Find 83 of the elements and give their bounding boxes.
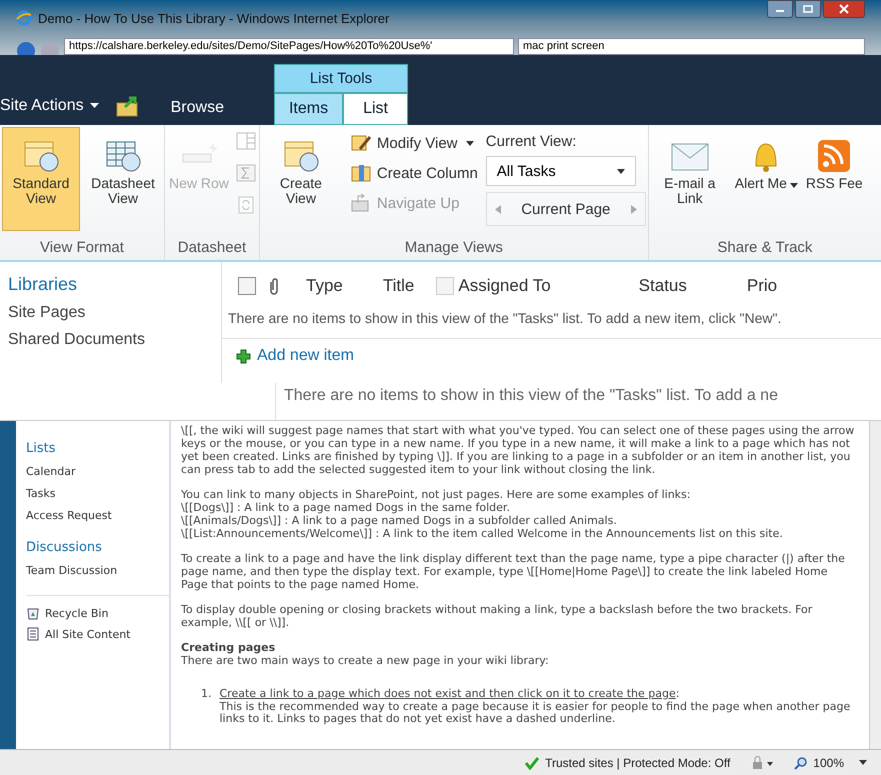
ribbon-button[interactable]: Create View — [262, 127, 340, 231]
body-text: This is the recommended way to create a page because it is easier for people to find the page when another page links to it. Links to pages that do not yet exist have a dashed underline. — [220, 700, 852, 726]
document-icon — [26, 627, 40, 641]
body-text: \[[Dogs\]] : A link to a page named Dogs in the same folder. — [181, 502, 511, 515]
caret-icon — [466, 140, 474, 146]
columns-icon — [350, 163, 372, 183]
maximize-button[interactable] — [795, 0, 821, 18]
ribbon-group-label: Share & Track — [716, 239, 814, 258]
ribbon-button[interactable]: Modify View — [348, 131, 480, 155]
column-checkbox[interactable] — [436, 277, 454, 295]
ribbon-tab[interactable]: Items — [274, 93, 344, 125]
contextual-tab-group-label: List Tools — [274, 64, 408, 93]
column-header[interactable]: Title — [382, 276, 414, 296]
address-field[interactable]: https://calshare.berkeley.edu/sites/Demo/SitePages/How%20To%20Use%' — [64, 38, 514, 55]
search-field[interactable]: mac print screen — [518, 38, 865, 55]
body-text: There are two main ways to create a new page in your wiki library: — [181, 654, 550, 668]
select-all-checkbox[interactable] — [238, 277, 256, 295]
ribbon-button[interactable]: Standard View — [2, 127, 80, 231]
quick-launch-heading[interactable]: Libraries — [8, 274, 213, 295]
body-text: \[[, the wiki will suggest page names that start with what you've typed. You can select one of these pages using the arrow keys or the mouse, or you can type in a new name. If you type in a new name, it will make a link to a page which has not yet been created. Links are finished by typing \]]. If you are linking to a page in a subfolder or an item in another list, you can press tab to add the selected suggested item to your link without closing the link. — [181, 425, 855, 477]
checkmark-icon — [524, 756, 540, 770]
back-icon[interactable] — [16, 41, 36, 55]
quick-launch-heading[interactable]: Lists — [26, 441, 169, 456]
quick-launch-link[interactable]: Calendar — [26, 465, 169, 478]
empty-list-message: There are no items to show in this view of the "Tasks" list. To add a ne — [283, 386, 779, 406]
list-number: 1. — [201, 688, 212, 702]
quick-launch-link[interactable]: Recycle Bin — [45, 606, 108, 620]
body-text: To display double opening or closing brackets without making a link, type a backslash before the two brackets. For example, \\[[ or \\]]. — [181, 604, 814, 630]
body-text: : — [676, 686, 680, 700]
ribbon-button[interactable]: Alert Me — [732, 127, 800, 231]
current-view-label: Current View: — [486, 133, 578, 150]
ribbon-button[interactable]: Datasheet View — [84, 127, 162, 231]
browser-logo-icon — [16, 10, 32, 26]
column-header[interactable]: Type — [306, 276, 343, 296]
ribbon-button[interactable]: Create Column — [348, 161, 480, 185]
add-new-item-link[interactable]: Add new item — [257, 347, 354, 365]
column-header[interactable]: Assigned To — [458, 276, 551, 296]
ribbon-button[interactable]: RSS Fee — [804, 127, 865, 231]
lock-icon[interactable] — [750, 756, 774, 770]
caret-icon — [616, 168, 625, 174]
recycle-bin-icon — [26, 606, 40, 620]
ribbon-tab[interactable]: Browse — [156, 93, 238, 125]
quick-launch-link[interactable]: Tasks — [26, 487, 169, 500]
quick-launch-link[interactable]: All Site Content — [45, 628, 130, 640]
caret-icon — [90, 102, 99, 109]
page-navigator[interactable]: Current Page — [486, 192, 646, 226]
body-text: \[[Animals/Dogs\]] : A link to a page named Dogs in a subfolder called Animals. — [181, 514, 618, 528]
body-text: You can link to many objects in SharePoint, not just pages. Here are some examples of links: — [181, 488, 692, 502]
ribbon-group-label: Manage Views — [404, 239, 504, 258]
body-text: \[[List:Announcements/Welcome\]] : A link to the item called Welcome in the Announcements list on this site. — [181, 528, 784, 541]
right-arrow-icon[interactable] — [630, 204, 637, 214]
caret-icon — [790, 183, 798, 188]
left-arrow-icon[interactable] — [494, 204, 501, 214]
ribbon-group-label: Datasheet — [176, 239, 248, 258]
window-title: Demo - How To Use This Library - Windows Internet Explorer — [38, 10, 390, 26]
minimize-button[interactable] — [767, 0, 793, 18]
quick-launch-heading[interactable]: Discussions — [26, 540, 169, 555]
ribbon-group-label: View Format — [39, 239, 125, 258]
section-heading: Creating pages — [181, 642, 276, 655]
maximize-icon — [803, 5, 813, 13]
column-header[interactable]: Status — [638, 276, 687, 296]
magnifier-icon — [794, 756, 808, 770]
vertical-scrollbar[interactable] — [869, 421, 881, 749]
ribbon-tab[interactable]: List — [343, 93, 408, 125]
close-icon — [839, 4, 849, 14]
quick-launch-link[interactable]: Site Pages — [8, 304, 213, 322]
pencil-table-icon — [350, 133, 372, 153]
paperclip-icon — [268, 277, 280, 295]
site-actions-menu[interactable]: Site Actions — [0, 97, 99, 125]
security-zone-text: Trusted sites | Protected Mode: Off — [545, 756, 730, 770]
ribbon-button[interactable]: E-mail a Link — [650, 127, 729, 231]
body-text: To create a link to a page and have the link display different text than the page name, type a pipe character (|) after the page name, and then type the display text. For example, type \[[Home|Home Page\]] to create the link labeled Home Page that points to the page named Home. — [181, 552, 846, 592]
view-dropdown[interactable]: All Tasks — [486, 156, 636, 186]
quick-launch-link[interactable]: Access Request — [26, 509, 169, 522]
plus-icon — [236, 348, 251, 364]
page-link[interactable]: Create a link to a page which does not exist and then click on it to create the page — [220, 686, 676, 700]
column-header[interactable]: Prio — [746, 276, 778, 296]
zoom-level[interactable]: 100% — [813, 756, 844, 770]
caret-icon[interactable] — [859, 760, 867, 765]
empty-list-message: There are no items to show in this view of the "Tasks" list. To add a new item, click "New". — [222, 304, 881, 339]
close-button[interactable] — [823, 0, 865, 18]
quick-launch-link[interactable]: Shared Documents — [8, 331, 213, 349]
quick-launch-link[interactable]: Team Discussion — [26, 564, 169, 577]
